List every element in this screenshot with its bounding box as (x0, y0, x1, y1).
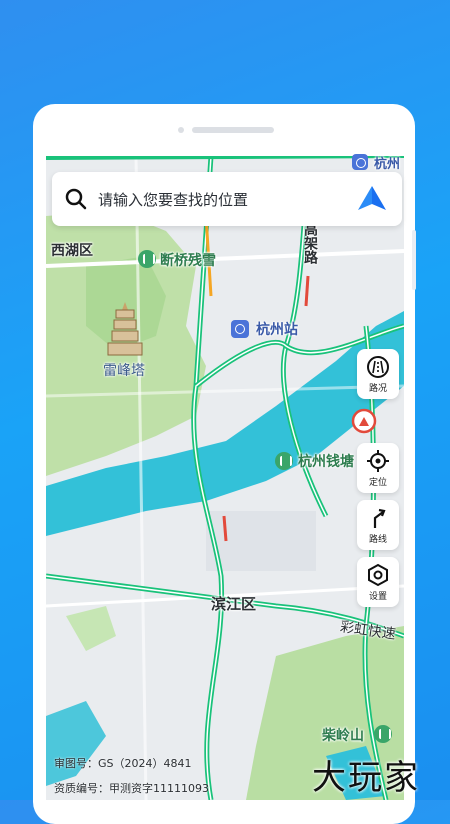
road-label-gaojia: 高架路 (302, 222, 318, 264)
camera-dot (178, 127, 184, 133)
scenic-poi-icon-2 (275, 452, 293, 470)
map-canvas (46, 156, 404, 800)
scenic-poi-icon-3 (374, 725, 392, 743)
settings-label: 设置 (368, 592, 387, 602)
station-poi-icon (231, 320, 249, 338)
speaker-notch (192, 127, 274, 133)
route-icon (373, 508, 386, 528)
search-bar[interactable]: 请输入您要查找的位置 (52, 172, 402, 226)
locate-button[interactable]: 定位 (357, 443, 399, 493)
road-condition-icon (367, 356, 389, 378)
scenic-poi-icon (138, 250, 156, 268)
watermark-text: 大玩家 (312, 758, 420, 798)
traffic-button[interactable]: 路况 (357, 349, 399, 399)
settings-icon (368, 563, 388, 587)
poi-label-qiantang: 杭州钱塘 (298, 454, 354, 470)
locate-icon (367, 450, 389, 472)
route-button[interactable]: 路线 (357, 500, 399, 550)
pagoda-icon (107, 302, 143, 356)
traffic-label: 路况 (368, 384, 387, 394)
navigation-arrow-icon[interactable] (356, 184, 388, 214)
map-view[interactable] (46, 156, 404, 800)
settings-button[interactable]: 设置 (357, 557, 399, 607)
poi-label-hangzhou-top: 杭州 (374, 157, 401, 172)
side-button (412, 230, 416, 290)
search-placeholder[interactable]: 请输入您要查找的位置 (98, 189, 248, 210)
station-poi-icon-top (352, 154, 368, 170)
search-icon[interactable] (64, 187, 88, 211)
poi-label-duanqiao: 断桥残雪 (160, 253, 216, 269)
district-label-xihu: 西湖区 (51, 243, 93, 259)
poi-label-hangzhou-station: 杭州站 (256, 322, 298, 338)
construction-warning-icon (351, 408, 377, 434)
district-label-binjiang: 滨江区 (211, 595, 257, 613)
map-approval-number: 审图号：GS（2024）4841 (54, 757, 192, 770)
poi-label-leifengta: 雷峰塔 (103, 363, 145, 379)
locate-label: 定位 (368, 478, 387, 488)
qualification-number: 资质编号：甲测资字11111093 (54, 782, 209, 795)
poi-label-chailingshan: 柴岭山 (322, 728, 364, 744)
route-label: 路线 (368, 535, 387, 545)
